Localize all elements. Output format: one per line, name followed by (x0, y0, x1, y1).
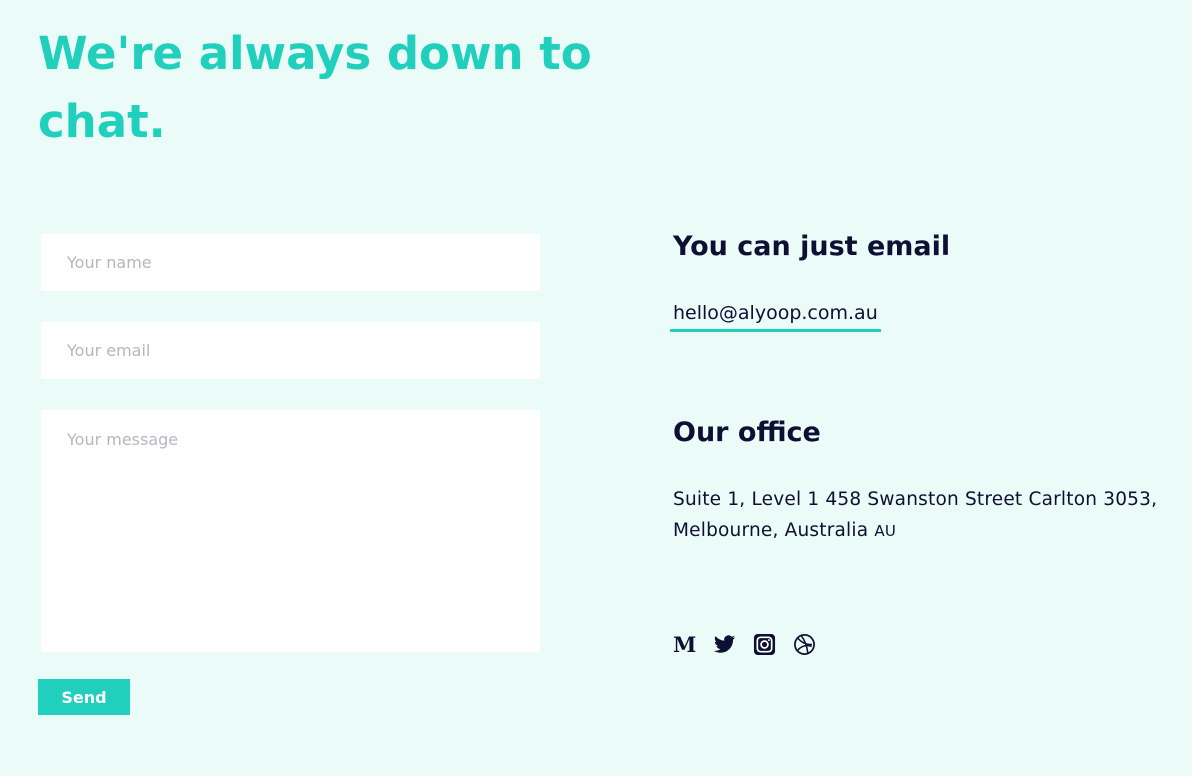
email-heading: You can just email (673, 231, 951, 262)
office-heading: Our office (673, 417, 821, 448)
address-line-1: Suite 1, Level 1 458 Swanston Street Car… (673, 489, 1158, 510)
address-line-2: Melbourne, Australia (673, 520, 869, 541)
email-link[interactable]: hello@alyoop.com.au (670, 300, 881, 332)
instagram-icon[interactable] (753, 633, 776, 656)
message-textarea[interactable] (41, 410, 540, 652)
name-input[interactable] (41, 234, 540, 291)
medium-icon[interactable]: M (673, 633, 696, 656)
office-address: Suite 1, Level 1 458 Swanston Street Car… (673, 484, 1188, 547)
twitter-icon[interactable] (713, 633, 736, 656)
social-links: M (673, 632, 816, 656)
page-title: We're always down to chat. (38, 27, 592, 148)
dribbble-icon[interactable] (793, 633, 816, 656)
contact-page: We're always down to chat. Send You can … (0, 0, 1192, 776)
email-input[interactable] (41, 322, 540, 379)
svg-text:M: M (673, 633, 696, 656)
country-code: AU (874, 522, 896, 540)
send-button[interactable]: Send (38, 679, 130, 715)
close-icon[interactable] (1128, 0, 1150, 4)
